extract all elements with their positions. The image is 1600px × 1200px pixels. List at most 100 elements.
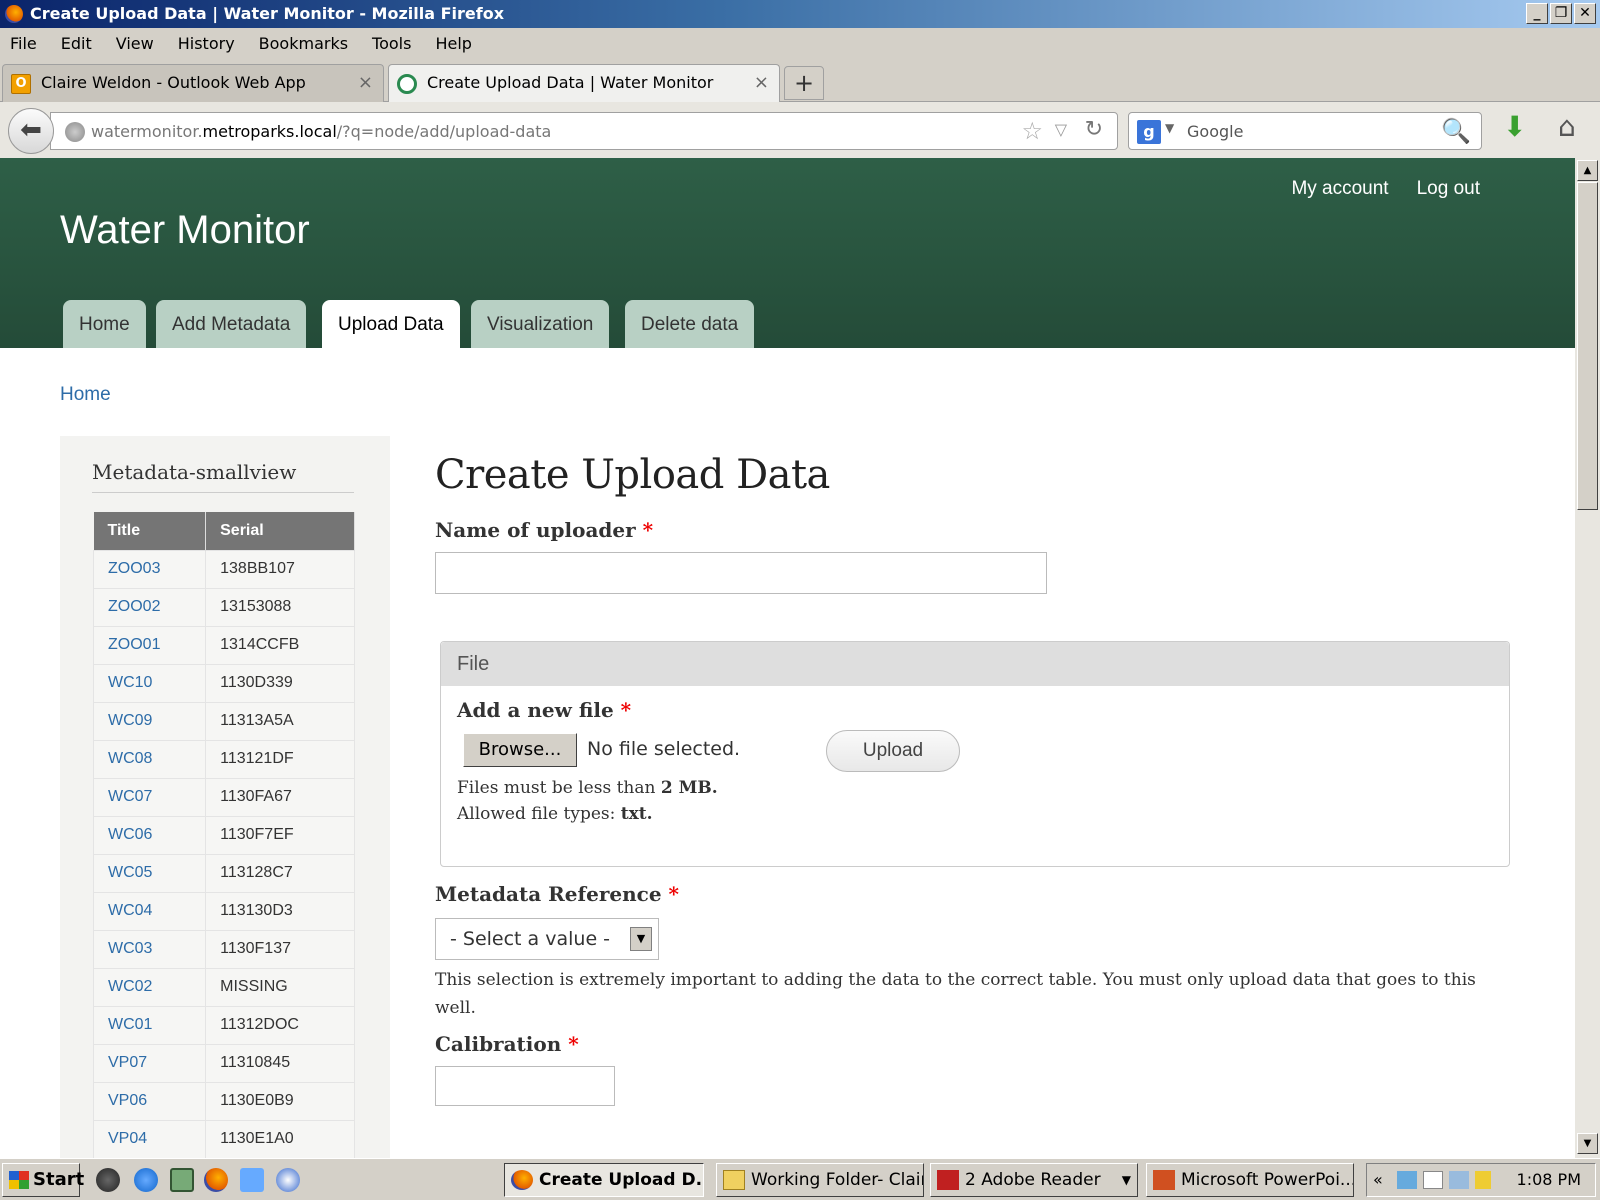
back-button[interactable]: ⬅ — [8, 108, 54, 154]
tray-security-icon[interactable] — [1475, 1171, 1491, 1189]
metadata-title-link[interactable]: ZOO03 — [92, 549, 207, 589]
firefox-task-icon — [511, 1170, 533, 1190]
menu-history[interactable]: History — [166, 34, 247, 53]
uploader-name-input[interactable] — [435, 552, 1047, 594]
task-firefox[interactable]: Create Upload D... — [504, 1163, 704, 1197]
menu-tools[interactable]: Tools — [360, 34, 423, 53]
firefox-quicklaunch-icon[interactable] — [204, 1168, 228, 1192]
sidebar-title: Metadata-smallview — [92, 460, 354, 493]
scroll-up-arrow-icon[interactable]: ▲ — [1577, 160, 1598, 181]
tray-network-icon[interactable] — [1397, 1171, 1417, 1189]
browse-button[interactable]: Browse... — [463, 733, 577, 767]
close-window-button[interactable]: ✕ — [1574, 3, 1596, 24]
site-name[interactable]: Water Monitor — [60, 208, 310, 253]
metadata-title-link[interactable]: WC03 — [92, 929, 207, 969]
google-engine-icon[interactable]: g — [1137, 120, 1161, 144]
task-working-folder[interactable]: Working Folder- Claire — [716, 1163, 924, 1197]
internet-explorer-icon[interactable] — [134, 1168, 158, 1192]
quicklaunch-app-icon[interactable] — [96, 1168, 120, 1192]
metadata-title-link[interactable]: WC02 — [92, 967, 207, 1007]
uploader-label: Name of uploader * — [435, 518, 654, 542]
engine-dropdown-icon[interactable]: ▼ — [1165, 121, 1174, 135]
browser-tab-outlook[interactable]: O Claire Weldon - Outlook Web App × — [2, 64, 384, 102]
group-dropdown-icon[interactable]: ▼ — [1122, 1164, 1131, 1196]
metadata-serial: MISSING — [205, 967, 355, 1007]
menu-help[interactable]: Help — [423, 34, 483, 53]
calibration-input[interactable] — [435, 1066, 615, 1106]
site-identity-icon[interactable] — [65, 122, 85, 142]
close-tab-icon[interactable]: × — [754, 65, 769, 101]
downloads-icon[interactable]: ⬇ — [1503, 110, 1526, 143]
no-file-selected-text: No file selected. — [587, 738, 741, 760]
upload-button[interactable]: Upload — [826, 730, 960, 772]
my-account-link[interactable]: My account — [1291, 178, 1388, 200]
reload-icon[interactable]: ↻ — [1085, 117, 1103, 142]
address-url: watermonitor.metroparks.local/?q=node/ad… — [91, 122, 552, 141]
metadata-title-link[interactable]: VP07 — [92, 1043, 207, 1083]
menu-view[interactable]: View — [104, 34, 166, 53]
dropdown-arrow-icon[interactable]: ▼ — [630, 927, 652, 951]
file-types-help: Allowed file types: txt. — [457, 804, 653, 824]
tray-app-icon[interactable] — [1423, 1171, 1443, 1189]
tab-home[interactable]: Home — [63, 300, 146, 348]
search-magnifier-icon[interactable]: 🔍 — [1441, 117, 1471, 145]
tab-add-metadata[interactable]: Add Metadata — [156, 300, 307, 348]
menu-edit[interactable]: Edit — [49, 34, 104, 53]
metadata-title-link[interactable]: WC04 — [92, 891, 207, 931]
metadata-serial: 11313A5A — [205, 701, 355, 741]
menu-bookmarks[interactable]: Bookmarks — [247, 34, 360, 53]
home-icon[interactable]: ⌂ — [1558, 110, 1576, 143]
metadata-title-link[interactable]: ZOO01 — [92, 625, 207, 665]
task-label: Working Folder- Claire — [751, 1170, 924, 1190]
search-bar[interactable]: g ▼ Google 🔍 — [1128, 112, 1482, 150]
table-row: WC09 11313A5A — [92, 701, 355, 741]
tray-expand-icon[interactable]: « — [1373, 1164, 1383, 1196]
table-row: WC01 11312DOC — [92, 1005, 355, 1045]
powerpoint-icon — [1153, 1170, 1175, 1190]
metadata-title-link[interactable]: WC10 — [92, 663, 207, 703]
task-powerpoint[interactable]: Microsoft PowerPoi... — [1146, 1163, 1354, 1197]
start-button[interactable]: Start — [2, 1163, 84, 1197]
metadata-title-link[interactable]: WC09 — [92, 701, 207, 741]
metadata-serial: 1314CCFB — [205, 625, 355, 665]
history-dropdown-icon[interactable]: ▽ — [1055, 120, 1067, 139]
vertical-scrollbar[interactable]: ▲ ▼ — [1575, 158, 1600, 1158]
tab-visualization[interactable]: Visualization — [471, 300, 610, 348]
tab-delete-data[interactable]: Delete data — [625, 300, 755, 348]
clock[interactable]: 1:08 PM — [1517, 1164, 1581, 1196]
browser-tab-water-monitor[interactable]: Create Upload Data | Water Monitor × — [388, 64, 780, 102]
breadcrumb-home-link[interactable]: Home — [60, 384, 111, 406]
task-adobe-reader[interactable]: 2 Adobe Reader ▼ — [930, 1163, 1138, 1197]
table-row: ZOO03 138BB107 — [92, 549, 355, 589]
quicklaunch-app-icon[interactable] — [240, 1168, 264, 1192]
menu-file[interactable]: File — [0, 34, 49, 53]
metadata-title-link[interactable]: WC06 — [92, 815, 207, 855]
table-row: WC05 113128C7 — [92, 853, 355, 893]
metadata-title-link[interactable]: WC08 — [92, 739, 207, 779]
scroll-thumb[interactable] — [1577, 182, 1598, 510]
metadata-serial: 113128C7 — [205, 853, 355, 893]
site-favicon-icon — [397, 74, 417, 94]
metadata-title-link[interactable]: WC07 — [92, 777, 207, 817]
metadata-title-link[interactable]: WC01 — [92, 1005, 207, 1045]
metadata-reference-select[interactable]: - Select a value - ▼ — [435, 918, 659, 960]
task-label: Create Upload D... — [539, 1170, 704, 1190]
log-out-link[interactable]: Log out — [1417, 178, 1480, 200]
tab-upload-data[interactable]: Upload Data — [322, 300, 460, 348]
metadata-title-link[interactable]: WC05 — [92, 853, 207, 893]
metadata-title-link[interactable]: ZOO02 — [92, 587, 207, 627]
close-tab-icon[interactable]: × — [358, 65, 373, 101]
quicklaunch-app-icon[interactable] — [170, 1168, 194, 1192]
restore-button[interactable]: ❐ — [1550, 3, 1572, 24]
metadata-title-link[interactable]: VP06 — [92, 1081, 207, 1121]
address-bar[interactable]: watermonitor.metroparks.local/?q=node/ad… — [50, 112, 1118, 150]
new-tab-button[interactable]: + — [784, 66, 824, 100]
scroll-down-arrow-icon[interactable]: ▼ — [1577, 1133, 1598, 1154]
metadata-title-link[interactable]: VP04 — [92, 1119, 207, 1158]
media-player-icon[interactable] — [276, 1168, 300, 1192]
metadata-serial: 113121DF — [205, 739, 355, 779]
bookmark-star-icon[interactable]: ☆ — [1021, 117, 1043, 145]
table-row: WC04 113130D3 — [92, 891, 355, 931]
minimize-button[interactable]: _ — [1526, 3, 1548, 24]
tray-app-icon[interactable] — [1449, 1171, 1469, 1189]
